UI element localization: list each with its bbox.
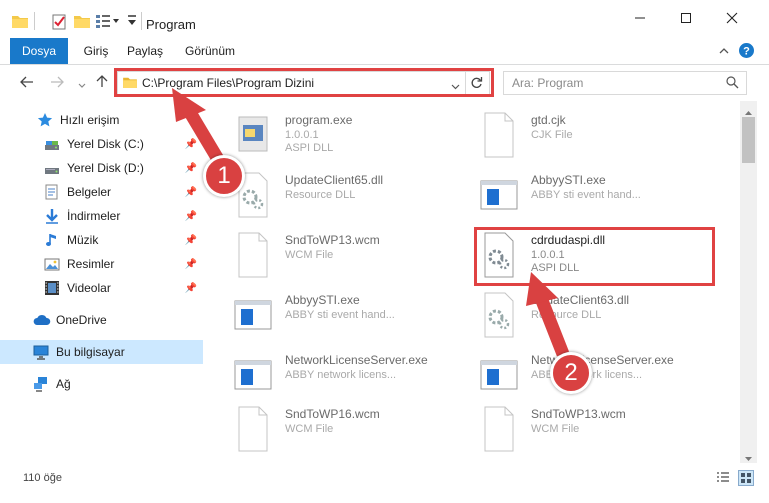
step-badge-2: 2: [550, 352, 592, 394]
step-badge-1: 1: [203, 155, 245, 197]
annotation-arrows: [172, 88, 570, 357]
